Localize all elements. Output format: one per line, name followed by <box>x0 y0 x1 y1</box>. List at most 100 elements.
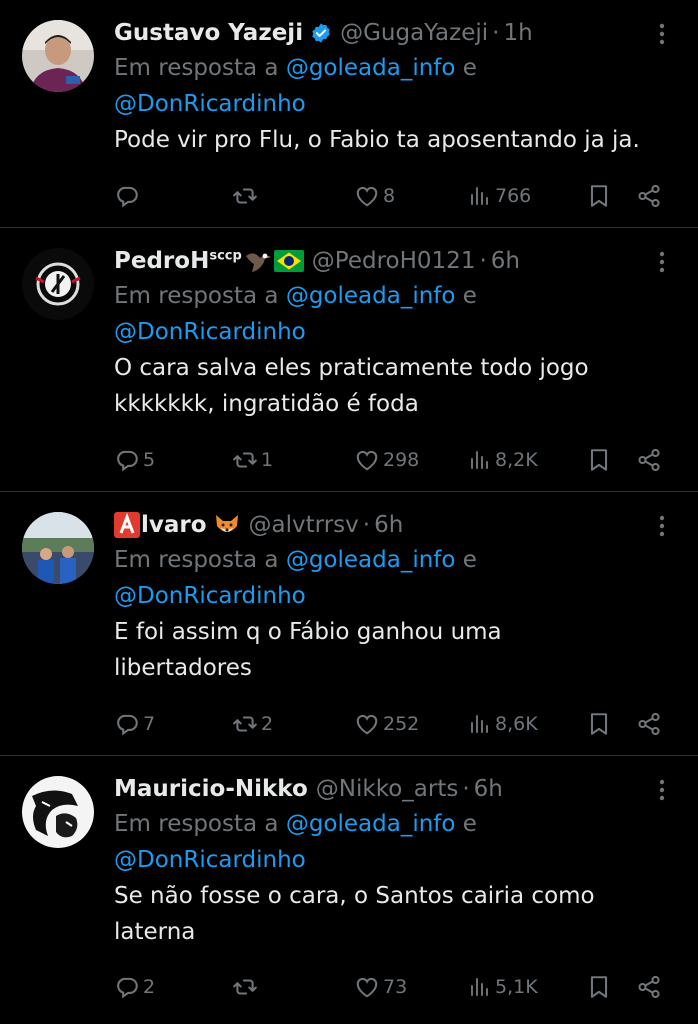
views-button[interactable]: 5,1K <box>468 970 538 1004</box>
author-name[interactable]: PedroHsccp <box>114 244 242 278</box>
retweet-icon <box>232 183 258 209</box>
bookmark-button[interactable] <box>586 970 612 1004</box>
avatar[interactable] <box>22 776 94 848</box>
reply-prefix: Em resposta a <box>114 547 279 573</box>
views-button[interactable]: 766 <box>468 179 531 213</box>
author-handle[interactable]: @GugaYazeji <box>340 16 488 50</box>
tweet-text-line: O cara salva eles praticamente todo jogo <box>114 355 589 381</box>
views-button[interactable]: 8,2K <box>468 443 538 477</box>
author-name[interactable]: lvaro <box>141 508 207 542</box>
views-button[interactable]: 8,6K <box>468 707 538 741</box>
timestamp[interactable]: 1h <box>503 16 532 50</box>
mention-link[interactable]: @DonRicardinho <box>114 91 306 117</box>
tweet-card[interactable]: Mauricio-Nikko @Nikko_arts · 6h Em respo… <box>0 756 698 1024</box>
views-chart-icon <box>468 712 492 736</box>
like-count: 252 <box>383 713 420 735</box>
mention-link[interactable]: @DonRicardinho <box>114 847 306 873</box>
more-options-icon[interactable] <box>654 250 670 274</box>
separator-dot: · <box>479 248 487 274</box>
avatar[interactable] <box>22 20 94 92</box>
bookmark-button[interactable] <box>586 179 612 213</box>
tweet-text-line: E foi assim q o Fábio ganhou uma <box>114 619 502 645</box>
action-bar: 8 766 <box>114 179 668 213</box>
reply-joiner: e <box>462 811 477 837</box>
bookmark-icon <box>586 447 612 473</box>
reply-joiner: e <box>462 547 477 573</box>
author-handle[interactable]: @PedroH0121 <box>312 244 476 278</box>
share-button[interactable] <box>636 179 662 213</box>
share-button[interactable] <box>636 443 662 477</box>
reply-icon <box>114 447 140 473</box>
like-button[interactable]: 73 <box>354 970 407 1004</box>
timestamp[interactable]: 6h <box>374 508 403 542</box>
retweet-icon <box>232 974 258 1000</box>
tweet-card[interactable]: Gustavo Yazeji @GugaYazeji · 1h Em respo… <box>0 0 698 228</box>
separator-dot: · <box>492 20 500 46</box>
like-button[interactable]: 252 <box>354 707 419 741</box>
author-name-superscript: sccp <box>209 248 242 264</box>
retweet-button[interactable] <box>232 970 261 1004</box>
reply-joiner: e <box>462 283 477 309</box>
reply-prefix: Em resposta a <box>114 55 279 81</box>
views-chart-icon <box>468 975 492 999</box>
mention-link[interactable]: @goleada_info <box>286 547 456 573</box>
retweet-button[interactable]: 2 <box>232 707 273 741</box>
retweet-button[interactable]: 1 <box>232 443 273 477</box>
mention-link[interactable]: @DonRicardinho <box>114 583 306 609</box>
bookmark-button[interactable] <box>586 443 612 477</box>
reply-prefix: Em resposta a <box>114 283 279 309</box>
tweet-card[interactable]: PedroHsccp @PedroH0121 · 6h Em resposta … <box>0 228 698 492</box>
author-handle[interactable]: @Nikko_arts <box>316 772 459 806</box>
heart-icon <box>354 183 380 209</box>
more-options-icon[interactable] <box>654 22 670 46</box>
more-options-icon[interactable] <box>654 778 670 802</box>
tweet-text: E foi assim q o Fábio ganhou uma liberta… <box>114 614 682 686</box>
mention-link[interactable]: @DonRicardinho <box>114 319 306 345</box>
tweet-header: Mauricio-Nikko @Nikko_arts · 6h <box>114 772 682 806</box>
mention-link[interactable]: @goleada_info <box>286 811 456 837</box>
tweet-header: Gustavo Yazeji @GugaYazeji · 1h <box>114 16 682 50</box>
reply-prefix: Em resposta a <box>114 811 279 837</box>
bookmark-icon <box>586 711 612 737</box>
share-icon <box>636 711 662 737</box>
retweet-icon <box>232 711 258 737</box>
reply-count: 5 <box>143 449 156 471</box>
bookmark-button[interactable] <box>586 707 612 741</box>
author-handle[interactable]: @alvtrrsv <box>249 508 359 542</box>
heart-icon <box>354 974 380 1000</box>
action-bar: 5 1 298 8,2K <box>114 443 668 477</box>
retweet-button[interactable] <box>232 179 261 213</box>
share-icon <box>636 974 662 1000</box>
author-name[interactable]: Mauricio-Nikko <box>114 772 308 806</box>
reply-icon <box>114 183 140 209</box>
reply-button[interactable]: 2 <box>114 970 155 1004</box>
share-button[interactable] <box>636 707 662 741</box>
like-button[interactable]: 298 <box>354 443 419 477</box>
share-button[interactable] <box>636 970 662 1004</box>
like-button[interactable]: 8 <box>354 179 395 213</box>
separator-dot: · <box>462 776 470 802</box>
share-icon <box>636 447 662 473</box>
avatar[interactable] <box>22 248 94 320</box>
reply-count: 7 <box>143 713 156 735</box>
avatar[interactable] <box>22 512 94 584</box>
reply-button[interactable] <box>114 179 143 213</box>
reply-icon <box>114 711 140 737</box>
tweet-text-line: libertadores <box>114 655 252 681</box>
reply-button[interactable]: 5 <box>114 443 155 477</box>
mention-link[interactable]: @goleada_info <box>286 55 456 81</box>
tweet-text: Se não fosse o cara, o Santos cairia com… <box>114 878 682 950</box>
heart-icon <box>354 447 380 473</box>
reply-button[interactable]: 7 <box>114 707 155 741</box>
action-bar: 2 73 5,1K <box>114 970 668 1004</box>
retweet-count: 2 <box>261 713 274 735</box>
author-name[interactable]: Gustavo Yazeji <box>114 16 303 50</box>
like-count: 73 <box>383 976 408 998</box>
timestamp[interactable]: 6h <box>474 772 503 806</box>
more-options-icon[interactable] <box>654 514 670 538</box>
tweet-card[interactable]: lvaro @alvtrrsv · 6h Em resposta a @gole… <box>0 492 698 756</box>
mention-link[interactable]: @goleada_info <box>286 283 456 309</box>
timestamp[interactable]: 6h <box>491 244 520 278</box>
views-count: 5,1K <box>495 976 538 998</box>
heart-icon <box>354 711 380 737</box>
